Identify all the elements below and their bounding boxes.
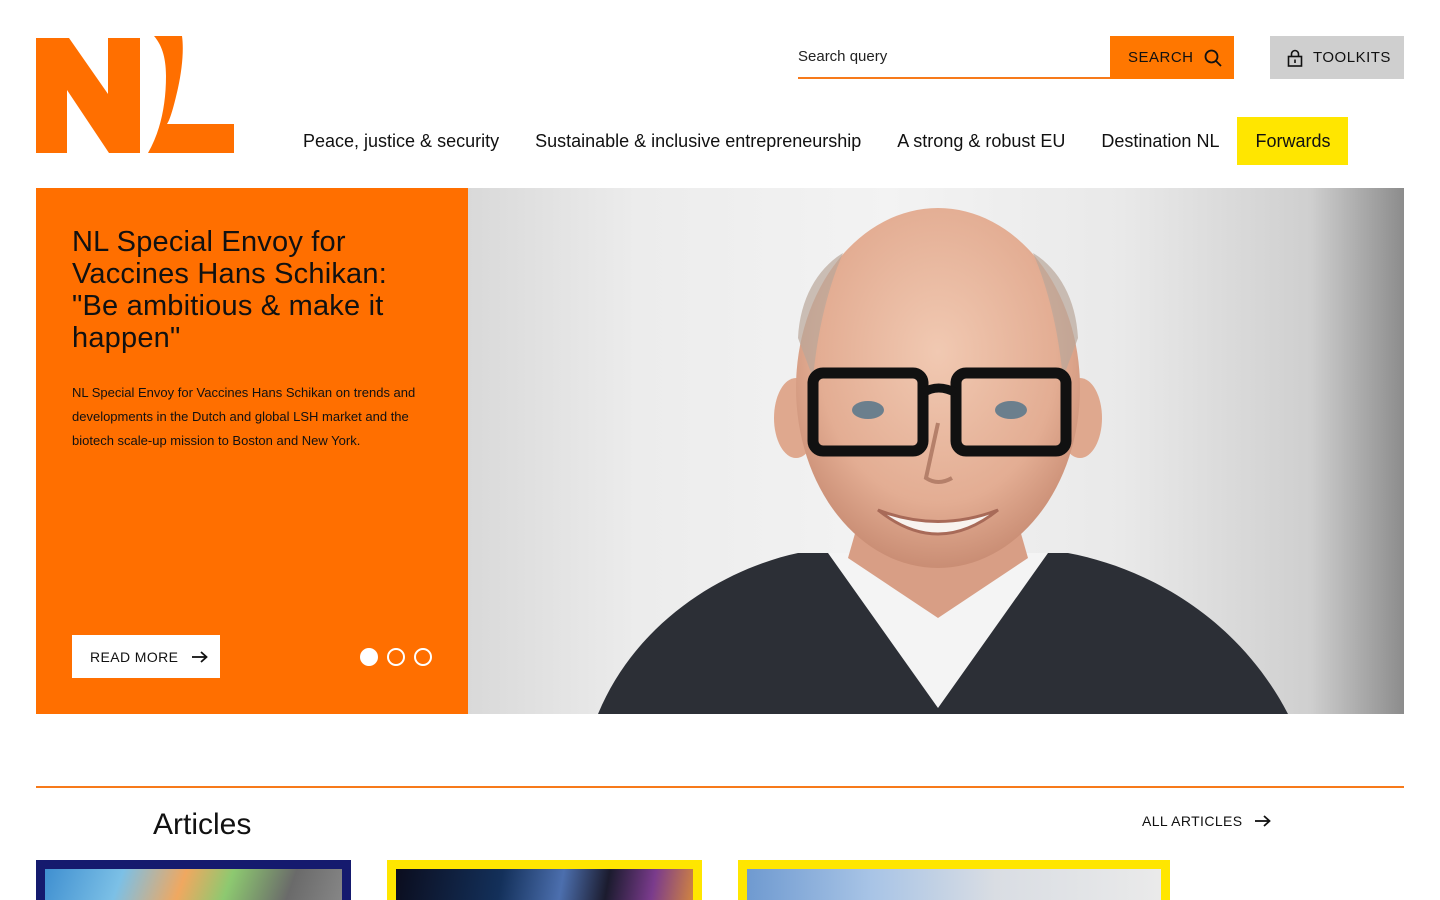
all-articles-link[interactable]: ALL ARTICLES xyxy=(1142,813,1271,829)
search-button-label: SEARCH xyxy=(1128,49,1194,66)
nav-item-destination-nl[interactable]: Destination NL xyxy=(1083,117,1237,165)
hero-description: NL Special Envoy for Vaccines Hans Schik… xyxy=(72,385,416,448)
arrow-right-icon xyxy=(192,650,209,663)
read-more-label: READ MORE xyxy=(90,648,179,665)
toolkits-button[interactable]: TOOLKITS xyxy=(1270,36,1404,79)
nl-logo[interactable] xyxy=(36,36,234,153)
article-card-image xyxy=(747,869,1161,900)
article-card[interactable] xyxy=(36,860,351,900)
search-input[interactable] xyxy=(798,36,1110,79)
nav-item-sustainable-entrepreneurship[interactable]: Sustainable & inclusive entrepreneurship xyxy=(517,117,879,165)
search-button[interactable]: SEARCH xyxy=(1110,36,1234,79)
portrait-illustration xyxy=(598,208,1288,714)
hero-title[interactable]: NL Special Envoy for Vaccines Hans Schik… xyxy=(72,226,432,354)
article-card-image xyxy=(396,869,693,900)
read-more-button[interactable]: READ MORE xyxy=(72,635,220,678)
articles-heading: Articles xyxy=(153,808,252,841)
hero-text-panel: NL Special Envoy for Vaccines Hans Schik… xyxy=(36,188,468,714)
article-card[interactable] xyxy=(738,860,1170,900)
carousel-dot-1[interactable] xyxy=(360,648,378,666)
hero-carousel: NL Special Envoy for Vaccines Hans Schik… xyxy=(36,188,1404,714)
carousel-dots xyxy=(360,648,432,666)
nav-item-peace-justice-security[interactable]: Peace, justice & security xyxy=(285,117,517,165)
hero-portrait-image[interactable] xyxy=(468,188,1404,714)
lock-icon xyxy=(1287,49,1303,67)
all-articles-label: ALL ARTICLES xyxy=(1142,813,1243,829)
article-card-image xyxy=(45,869,342,900)
nav-item-forwards[interactable]: Forwards xyxy=(1237,117,1349,165)
article-card[interactable] xyxy=(387,860,702,900)
carousel-dot-2[interactable] xyxy=(387,648,405,666)
main-nav: Peace, justice & security Sustainable & … xyxy=(285,117,1349,165)
section-divider xyxy=(36,786,1404,788)
carousel-dot-3[interactable] xyxy=(414,648,432,666)
arrow-right-icon xyxy=(1254,815,1271,827)
toolkits-button-label: TOOLKITS xyxy=(1313,49,1391,66)
search-icon xyxy=(1204,49,1222,67)
nav-item-strong-robust-eu[interactable]: A strong & robust EU xyxy=(879,117,1083,165)
